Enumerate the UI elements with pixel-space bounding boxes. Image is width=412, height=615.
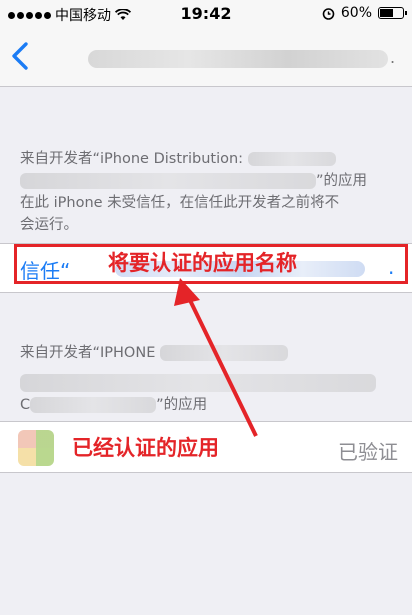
back-button[interactable]	[8, 36, 34, 76]
second-developer-line-3: C ”的应用	[20, 397, 208, 413]
navigation-bar: .	[0, 28, 412, 87]
battery-icon	[378, 7, 407, 19]
second-developer-line-1: 来自开发者“IPHONE	[20, 342, 400, 364]
annotation-app-to-verify: 将要认证的应用名称	[108, 251, 297, 275]
second-developer-id-redacted	[20, 374, 376, 392]
annotation-verified-app: 已经认证的应用	[72, 436, 219, 460]
developer-line-2: ”的应用	[20, 170, 400, 192]
second-developer-name-redacted	[159, 345, 288, 361]
developer-id-redacted	[20, 173, 316, 189]
chevron-left-icon	[12, 42, 28, 70]
status-right: 60%	[322, 5, 407, 21]
second-developer-line-2	[20, 372, 400, 394]
developer-line-3: 在此 iPhone 未受信任，在信任此开发者之前将不	[20, 195, 340, 211]
app-icon	[18, 430, 54, 466]
nav-title-suffix: .	[390, 48, 396, 67]
developer-name-redacted	[247, 152, 336, 166]
status-bar: 中国移动 19:42 60%	[0, 0, 412, 28]
second-developer-description: 来自开发者“IPHONE C ”的应用	[20, 342, 400, 416]
second-developer-org-redacted	[30, 397, 157, 413]
battery-percent: 60%	[340, 5, 372, 21]
developer-trust-description: 来自开发者“iPhone Distribution: ”的应用 在此 iPhon…	[20, 148, 400, 236]
alarm-clock-icon	[322, 7, 335, 20]
nav-title-redacted	[88, 50, 388, 68]
annotation-arrow-icon	[174, 278, 258, 437]
developer-line-1: 来自开发者“iPhone Distribution:	[20, 148, 400, 170]
developer-line-4: 会运行。	[20, 217, 78, 233]
verified-status: 已验证	[338, 440, 398, 464]
